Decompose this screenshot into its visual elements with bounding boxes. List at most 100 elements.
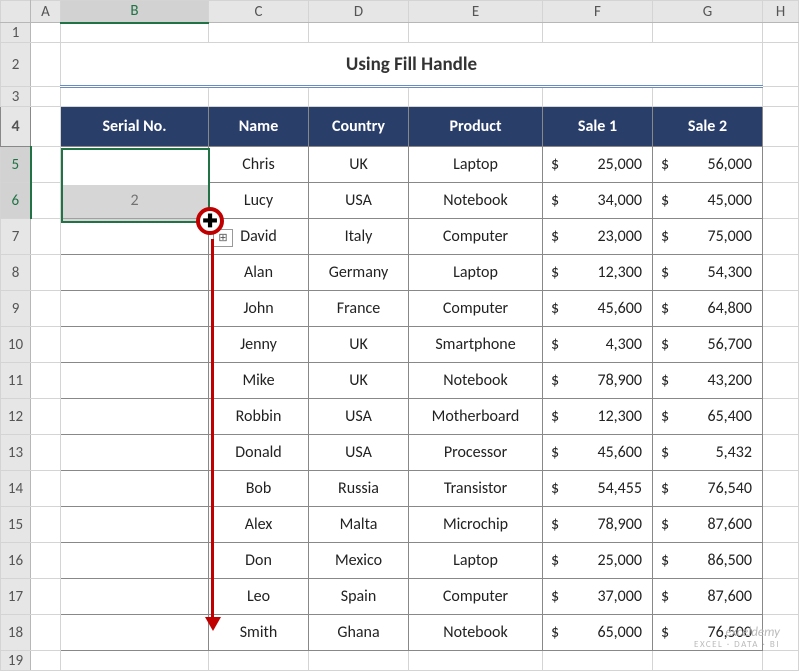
cell-C17[interactable]: Leo bbox=[209, 579, 309, 615]
header-name[interactable]: Name bbox=[209, 107, 309, 147]
cell-D10[interactable]: UK bbox=[309, 327, 409, 363]
cell-E14[interactable]: Transistor bbox=[409, 471, 543, 507]
row-header-17[interactable]: 17 bbox=[1, 579, 31, 615]
cell-D6[interactable]: USA bbox=[309, 183, 409, 219]
cell-F6[interactable]: $34,000 bbox=[543, 183, 653, 219]
col-header-C[interactable]: C bbox=[209, 1, 309, 23]
cell-C10[interactable]: Jenny bbox=[209, 327, 309, 363]
title-cell[interactable]: Using Fill Handle bbox=[61, 43, 763, 87]
cell-H10[interactable] bbox=[763, 327, 799, 363]
cell-B8[interactable] bbox=[61, 255, 209, 291]
row-header-2[interactable]: 2 bbox=[1, 43, 31, 87]
col-header-E[interactable]: E bbox=[409, 1, 543, 23]
cell-H7[interactable] bbox=[763, 219, 799, 255]
row-header-5[interactable]: 5 bbox=[1, 147, 31, 183]
cell-D11[interactable]: UK bbox=[309, 363, 409, 399]
cell-E8[interactable]: Laptop bbox=[409, 255, 543, 291]
cell-F3[interactable] bbox=[543, 87, 653, 107]
cell-F19[interactable] bbox=[543, 651, 653, 671]
cell-G8[interactable]: $54,300 bbox=[653, 255, 763, 291]
row-header-16[interactable]: 16 bbox=[1, 543, 31, 579]
header-sale1[interactable]: Sale 1 bbox=[543, 107, 653, 147]
cell-C16[interactable]: Don bbox=[209, 543, 309, 579]
cell-F13[interactable]: $45,600 bbox=[543, 435, 653, 471]
cell-A9[interactable] bbox=[31, 291, 61, 327]
cell-A19[interactable] bbox=[31, 651, 61, 671]
cell-A6[interactable] bbox=[31, 183, 61, 219]
cell-E10[interactable]: Smartphone bbox=[409, 327, 543, 363]
row-header-8[interactable]: 8 bbox=[1, 255, 31, 291]
cell-E17[interactable]: Computer bbox=[409, 579, 543, 615]
cell-E9[interactable]: Computer bbox=[409, 291, 543, 327]
cell-F12[interactable]: $12,300 bbox=[543, 399, 653, 435]
cell-A12[interactable] bbox=[31, 399, 61, 435]
cell-C14[interactable]: Bob bbox=[209, 471, 309, 507]
cell-D5[interactable]: UK bbox=[309, 147, 409, 183]
cell-C15[interactable]: Alex bbox=[209, 507, 309, 543]
cell-E1[interactable] bbox=[409, 23, 543, 43]
cell-H8[interactable] bbox=[763, 255, 799, 291]
cell-D14[interactable]: Russia bbox=[309, 471, 409, 507]
cell-D16[interactable]: Mexico bbox=[309, 543, 409, 579]
cell-A2[interactable] bbox=[31, 43, 61, 87]
cell-H16[interactable] bbox=[763, 543, 799, 579]
cell-G12[interactable]: $65,400 bbox=[653, 399, 763, 435]
cell-A13[interactable] bbox=[31, 435, 61, 471]
row-header-13[interactable]: 13 bbox=[1, 435, 31, 471]
cell-C12[interactable]: Robbin bbox=[209, 399, 309, 435]
row-header-15[interactable]: 15 bbox=[1, 507, 31, 543]
cell-F1[interactable] bbox=[543, 23, 653, 43]
cell-E3[interactable] bbox=[409, 87, 543, 107]
cell-E15[interactable]: Microchip bbox=[409, 507, 543, 543]
select-all-corner[interactable] bbox=[1, 1, 31, 23]
cell-A8[interactable] bbox=[31, 255, 61, 291]
cell-G3[interactable] bbox=[653, 87, 763, 107]
col-header-F[interactable]: F bbox=[543, 1, 653, 23]
cell-D1[interactable] bbox=[309, 23, 409, 43]
col-header-H[interactable]: H bbox=[763, 1, 799, 23]
cell-G16[interactable]: $86,500 bbox=[653, 543, 763, 579]
cell-C5[interactable]: Chris bbox=[209, 147, 309, 183]
cell-F17[interactable]: $37,000 bbox=[543, 579, 653, 615]
cell-H17[interactable] bbox=[763, 579, 799, 615]
cell-G6[interactable]: $45,000 bbox=[653, 183, 763, 219]
cell-D3[interactable] bbox=[309, 87, 409, 107]
cell-E19[interactable] bbox=[409, 651, 543, 671]
header-product[interactable]: Product bbox=[409, 107, 543, 147]
cell-F16[interactable]: $25,000 bbox=[543, 543, 653, 579]
row-header-3[interactable]: 3 bbox=[1, 87, 31, 107]
cell-B13[interactable] bbox=[61, 435, 209, 471]
cell-B17[interactable] bbox=[61, 579, 209, 615]
cell-F11[interactable]: $78,900 bbox=[543, 363, 653, 399]
spreadsheet-grid[interactable]: A B C D E F G H 1 2Using Fill Handle 3 4… bbox=[0, 0, 799, 671]
cell-F14[interactable]: $54,455 bbox=[543, 471, 653, 507]
cell-A5[interactable] bbox=[31, 147, 61, 183]
cell-C19[interactable] bbox=[209, 651, 309, 671]
cell-G19[interactable] bbox=[653, 651, 763, 671]
cell-A1[interactable] bbox=[31, 23, 61, 43]
row-header-1[interactable]: 1 bbox=[1, 23, 31, 43]
cell-A14[interactable] bbox=[31, 471, 61, 507]
cell-D13[interactable]: USA bbox=[309, 435, 409, 471]
cell-B3[interactable] bbox=[61, 87, 209, 107]
row-header-7[interactable]: 7 bbox=[1, 219, 31, 255]
cell-B1[interactable] bbox=[61, 23, 209, 43]
row-header-18[interactable]: 18 bbox=[1, 615, 31, 651]
cell-F7[interactable]: $23,000 bbox=[543, 219, 653, 255]
cell-A15[interactable] bbox=[31, 507, 61, 543]
cell-D19[interactable] bbox=[309, 651, 409, 671]
cell-H1[interactable] bbox=[763, 23, 799, 43]
cell-E6[interactable]: Notebook bbox=[409, 183, 543, 219]
row-header-10[interactable]: 10 bbox=[1, 327, 31, 363]
cell-G9[interactable]: $64,800 bbox=[653, 291, 763, 327]
cell-H4[interactable] bbox=[763, 107, 799, 147]
cell-A7[interactable] bbox=[31, 219, 61, 255]
cell-H19[interactable] bbox=[763, 651, 799, 671]
cell-C11[interactable]: Mike bbox=[209, 363, 309, 399]
cell-E16[interactable]: Laptop bbox=[409, 543, 543, 579]
cell-H14[interactable] bbox=[763, 471, 799, 507]
cell-C8[interactable]: Alan bbox=[209, 255, 309, 291]
cell-G5[interactable]: $56,000 bbox=[653, 147, 763, 183]
cell-G10[interactable]: $56,700 bbox=[653, 327, 763, 363]
cell-B9[interactable] bbox=[61, 291, 209, 327]
